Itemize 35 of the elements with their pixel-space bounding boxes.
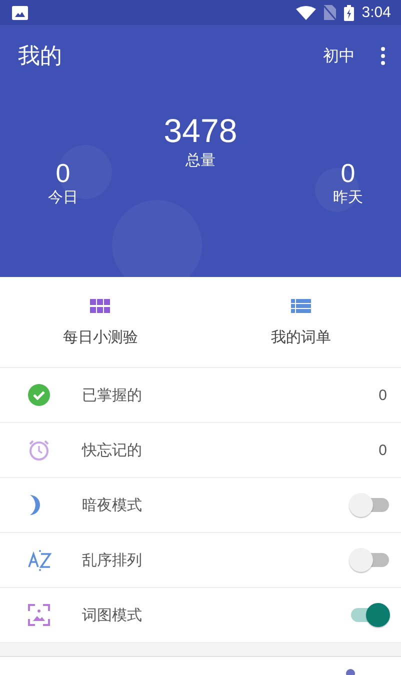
settings-row[interactable]: 快忘记的 0 [0, 423, 401, 478]
a-z-sort-icon [28, 549, 52, 571]
image-icon [12, 6, 28, 20]
check-circle-icon [28, 384, 50, 406]
setting-label: 暗夜模式 [82, 496, 143, 514]
settings-row[interactable]: 已掌握的 0 [0, 368, 401, 423]
alarm-clock-icon [28, 439, 50, 461]
battery-charging-icon [344, 4, 354, 20]
yesterday-label: 昨天 [333, 188, 363, 207]
settings-row[interactable]: 暗夜模式 [0, 478, 401, 533]
level-button[interactable]: 初中 [319, 42, 359, 70]
setting-label: 词图模式 [82, 606, 143, 624]
shortcut-button[interactable]: 我的词单 [200, 277, 401, 367]
no-sim-icon [324, 5, 336, 20]
list-icon [290, 298, 311, 314]
count-value: 0 [378, 386, 387, 404]
toggle-switch[interactable] [349, 547, 391, 573]
toggle-switch[interactable] [349, 602, 391, 628]
image-frame-icon [28, 604, 50, 626]
today-count: 0 [56, 158, 70, 188]
page-title: 我的 [18, 43, 63, 71]
setting-label: 已掌握的 [82, 386, 143, 404]
total-label: 总量 [186, 151, 216, 170]
shortcut-button[interactable]: 每日小测验 [0, 277, 200, 367]
settings-row[interactable]: 乱序排列 [0, 533, 401, 588]
clock-time: 3:04 [362, 4, 391, 21]
setting-label: 快忘记的 [82, 440, 143, 460]
toggle-switch[interactable] [349, 492, 391, 518]
grid-icon [90, 298, 110, 314]
today-label: 今日 [48, 188, 78, 207]
wifi-icon [296, 6, 316, 20]
total-count: 3478 [164, 111, 238, 151]
yesterday-count: 0 [340, 158, 356, 188]
count-value: 0 [378, 442, 387, 458]
setting-label: 乱序排列 [82, 550, 143, 570]
